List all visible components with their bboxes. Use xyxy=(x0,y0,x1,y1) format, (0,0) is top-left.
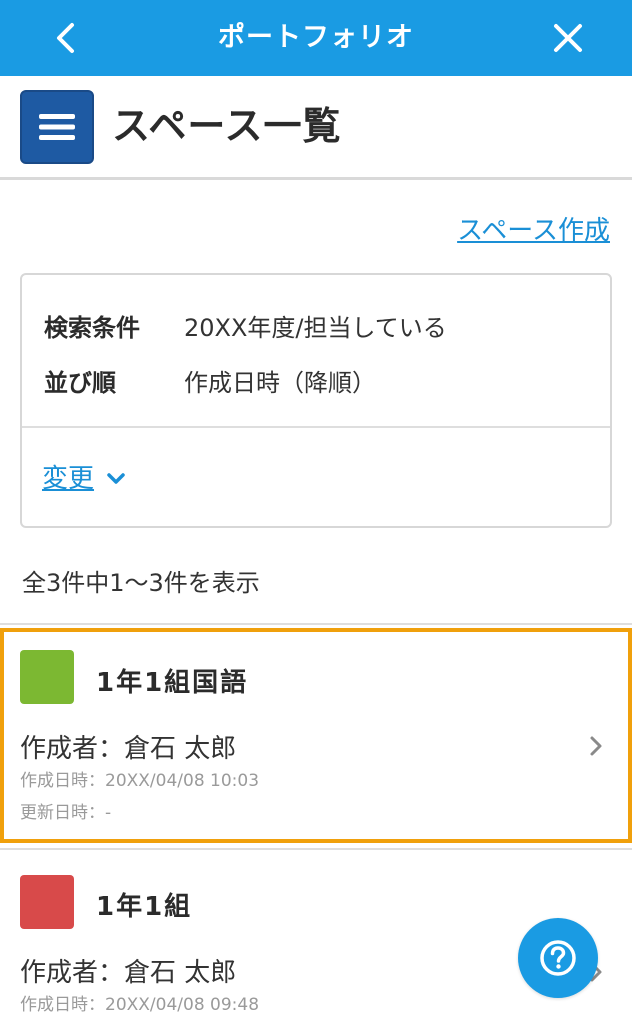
space-list-item[interactable]: 1年1組国語 作成者：倉石 太郎 作成日時：20XX/04/08 10:03 更… xyxy=(0,628,632,843)
top-bar: ポートフォリオ xyxy=(0,0,632,76)
change-link-label: 変更 xyxy=(42,464,95,494)
help-question-icon xyxy=(540,940,576,976)
search-condition-label: 検索条件 xyxy=(44,314,140,342)
space-name: 1年1組国語 xyxy=(96,668,249,698)
space-color-swatch xyxy=(20,875,74,929)
hamburger-menu-icon xyxy=(39,114,75,140)
space-updated-at: 更新日時：- xyxy=(20,803,112,823)
search-condition-row: 検索条件 20XX年度/担当している xyxy=(44,308,447,348)
divider xyxy=(0,623,632,625)
space-color-swatch xyxy=(20,650,74,704)
sort-order-row: 並び順 作成日時（降順） xyxy=(44,363,376,403)
space-creator: 作成者：倉石 太郎 xyxy=(20,734,237,764)
divider xyxy=(22,426,610,428)
page-heading: スペース一覧 xyxy=(0,76,632,180)
header-title: ポートフォリオ xyxy=(218,22,414,53)
create-space-link[interactable]: スペース作成 xyxy=(457,210,610,247)
space-name: 1年1組 xyxy=(96,892,193,922)
divider xyxy=(0,848,632,850)
chevron-right-icon xyxy=(586,733,606,759)
change-conditions-link[interactable]: 変更 xyxy=(42,459,126,499)
help-button[interactable] xyxy=(518,918,598,998)
result-count: 全3件中1〜3件を表示 xyxy=(22,569,260,597)
space-created-at: 作成日時：20XX/04/08 10:03 xyxy=(20,771,260,791)
search-condition-value: 20XX年度/担当している xyxy=(184,314,447,342)
chevron-down-icon xyxy=(106,472,126,486)
search-conditions-panel: 検索条件 20XX年度/担当している 並び順 作成日時（降順） 変更 xyxy=(20,273,612,528)
close-icon xyxy=(554,24,582,52)
app-root: ポートフォリオ スペース一覧 スペース作成 検索条件 20XX年度/担当している … xyxy=(0,0,632,1019)
page-title: スペース一覧 xyxy=(112,104,342,148)
space-created-at: 作成日時：20XX/04/08 09:48 xyxy=(20,995,260,1015)
sort-order-value: 作成日時（降順） xyxy=(184,369,376,397)
sort-order-label: 並び順 xyxy=(44,369,116,397)
close-button[interactable] xyxy=(544,14,592,62)
menu-button[interactable] xyxy=(20,90,94,164)
space-creator: 作成者：倉石 太郎 xyxy=(20,958,237,988)
